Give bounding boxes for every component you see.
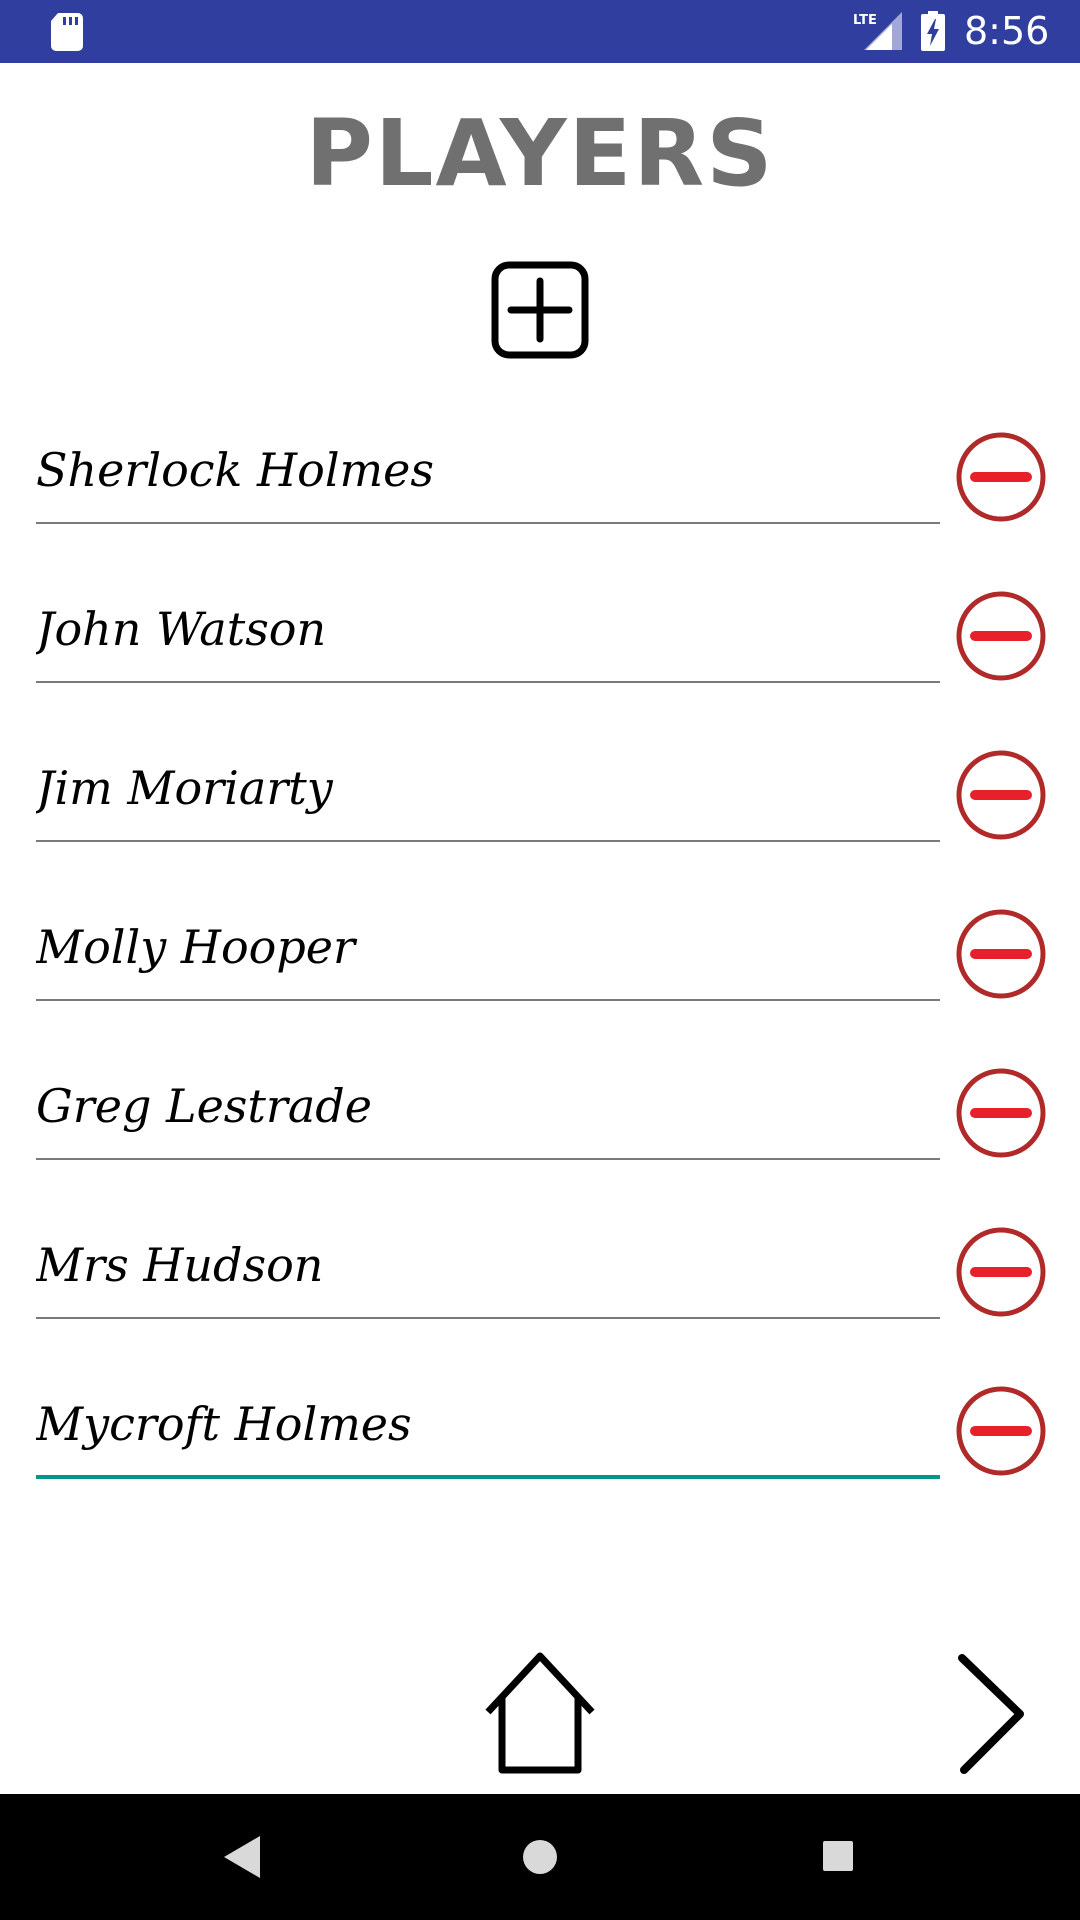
remove-player-button[interactable] — [954, 907, 1048, 1001]
recents-square-icon[interactable] — [822, 1840, 854, 1872]
remove-circle-icon — [956, 1386, 1046, 1476]
remove-circle-icon — [956, 432, 1046, 522]
player-row — [0, 1061, 1080, 1221]
player-row — [0, 743, 1080, 903]
input-underline — [36, 1317, 940, 1319]
player-name-input[interactable] — [36, 902, 940, 992]
input-underline — [36, 999, 940, 1001]
remove-circle-icon — [956, 591, 1046, 681]
remove-circle-icon — [956, 1227, 1046, 1317]
input-underline — [36, 840, 940, 842]
remove-circle-icon — [956, 750, 1046, 840]
remove-player-button[interactable] — [954, 1066, 1048, 1160]
player-name-input[interactable] — [36, 743, 940, 833]
system-nav-bar — [0, 1794, 1080, 1920]
chevron-right-icon — [958, 1654, 1024, 1774]
player-row — [0, 584, 1080, 744]
player-name-input[interactable] — [36, 1061, 940, 1151]
home-icon — [485, 1652, 595, 1774]
home-circle-icon[interactable] — [522, 1839, 558, 1875]
player-row — [0, 425, 1080, 585]
player-name-input[interactable] — [36, 1220, 940, 1310]
player-row — [0, 1379, 1080, 1539]
remove-circle-icon — [956, 909, 1046, 999]
player-row — [0, 902, 1080, 1062]
player-row — [0, 1220, 1080, 1380]
player-name-input[interactable] — [36, 1379, 940, 1469]
remove-player-button[interactable] — [954, 1384, 1048, 1478]
input-underline — [36, 522, 940, 524]
player-name-input[interactable] — [36, 584, 940, 674]
remove-player-button[interactable] — [954, 430, 1048, 524]
remove-player-button[interactable] — [954, 748, 1048, 842]
back-triangle-icon[interactable] — [222, 1834, 262, 1880]
input-underline — [36, 681, 940, 683]
remove-player-button[interactable] — [954, 1225, 1048, 1319]
player-name-input[interactable] — [36, 425, 940, 515]
remove-circle-icon — [956, 1068, 1046, 1158]
input-underline-focused — [36, 1475, 940, 1479]
next-button[interactable] — [950, 1650, 1030, 1776]
player-list — [0, 0, 1080, 1920]
remove-player-button[interactable] — [954, 589, 1048, 683]
home-button[interactable] — [480, 1650, 600, 1776]
input-underline — [36, 1158, 940, 1160]
